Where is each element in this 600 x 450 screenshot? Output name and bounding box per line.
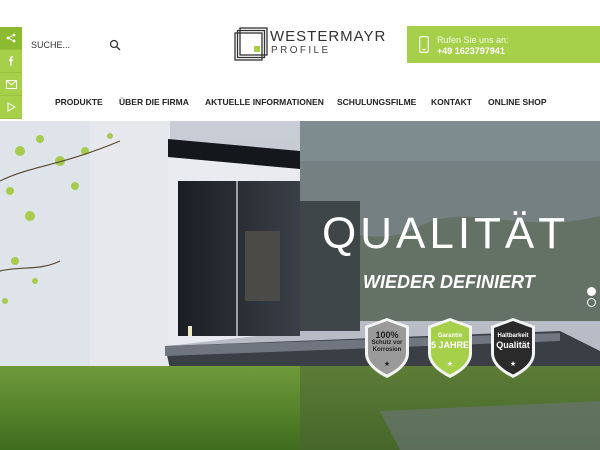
badge-2-line1: Garantie <box>437 333 463 339</box>
header: WESTERMAYR PROFILE Rufen Sie uns an: +49… <box>0 0 600 121</box>
phone-lead-text: Rufen Sie uns an: <box>437 35 509 45</box>
phone-contact-box[interactable]: Rufen Sie uns an: +49 1623797941 <box>407 26 600 63</box>
mail-icon <box>5 79 17 89</box>
nav-item-ueber-die-firma[interactable]: ÜBER DIE FIRMA <box>119 97 189 107</box>
slider-dot-2[interactable] <box>587 298 596 307</box>
badge-haltbarkeit: Haltbarkeit Qualität ★ <box>489 317 537 379</box>
logo-mark-icon <box>234 27 268 61</box>
nav-item-aktuelle-informationen[interactable]: AKTUELLE INFORMATIONEN <box>205 97 324 107</box>
share-button[interactable] <box>0 27 22 50</box>
facebook-button[interactable] <box>0 50 22 73</box>
hero-subtitle: WIEDER DEFINIERT <box>363 272 535 292</box>
logo-name: WESTERMAYR <box>270 28 387 45</box>
mail-button[interactable] <box>0 73 22 96</box>
hero-title: QUALITÄT <box>322 209 570 258</box>
nav-item-schulungsfilme[interactable]: SCHULUNGSFILME <box>337 97 416 107</box>
search-box[interactable] <box>31 36 123 54</box>
badge-1-line1: 100% <box>375 330 399 340</box>
badge-korrosionsschutz: 100% Schutz vor Korrosion ★ <box>363 317 411 379</box>
phone-number[interactable]: +49 1623797941 <box>437 46 505 56</box>
page: WESTERMAYR PROFILE Rufen Sie uns an: +49… <box>0 0 600 450</box>
nav-item-produkte[interactable]: PRODUKTE <box>55 97 103 107</box>
badge-3-line1: Haltbarkeit <box>497 333 529 339</box>
hero-slider: QUALITÄT WIEDER DEFINIERT 100% Schutz vo… <box>0 121 600 450</box>
badge-garantie: Garantie 5 JAHRE ★ <box>426 317 474 379</box>
logo[interactable]: WESTERMAYR PROFILE <box>234 27 385 63</box>
badge-2-line2: 5 JAHRE <box>430 340 469 350</box>
star-icon: ★ <box>383 360 391 368</box>
nav-item-online-shop[interactable]: ONLINE SHOP <box>488 97 547 107</box>
share-icon <box>6 33 16 43</box>
social-sidebar <box>0 27 22 121</box>
slider-dot-1[interactable] <box>587 287 596 296</box>
logo-subtitle: PROFILE <box>271 45 331 56</box>
star-icon: ★ <box>509 360 517 368</box>
main-nav: PRODUKTE ÜBER DIE FIRMA AKTUELLE INFORMA… <box>0 97 600 113</box>
star-icon: ★ <box>446 360 454 368</box>
search-icon[interactable] <box>109 39 121 51</box>
facebook-icon <box>8 56 14 66</box>
play-icon <box>7 102 16 112</box>
video-button[interactable] <box>0 96 22 119</box>
badge-1-line3: Korrosion <box>372 347 402 353</box>
badge-3-line2: Qualität <box>496 340 530 350</box>
search-input[interactable] <box>31 40 103 50</box>
badge-1-line2: Schutz vor <box>371 340 403 346</box>
nav-item-kontakt[interactable]: KONTAKT <box>431 97 472 107</box>
mobile-phone-icon <box>419 36 429 53</box>
